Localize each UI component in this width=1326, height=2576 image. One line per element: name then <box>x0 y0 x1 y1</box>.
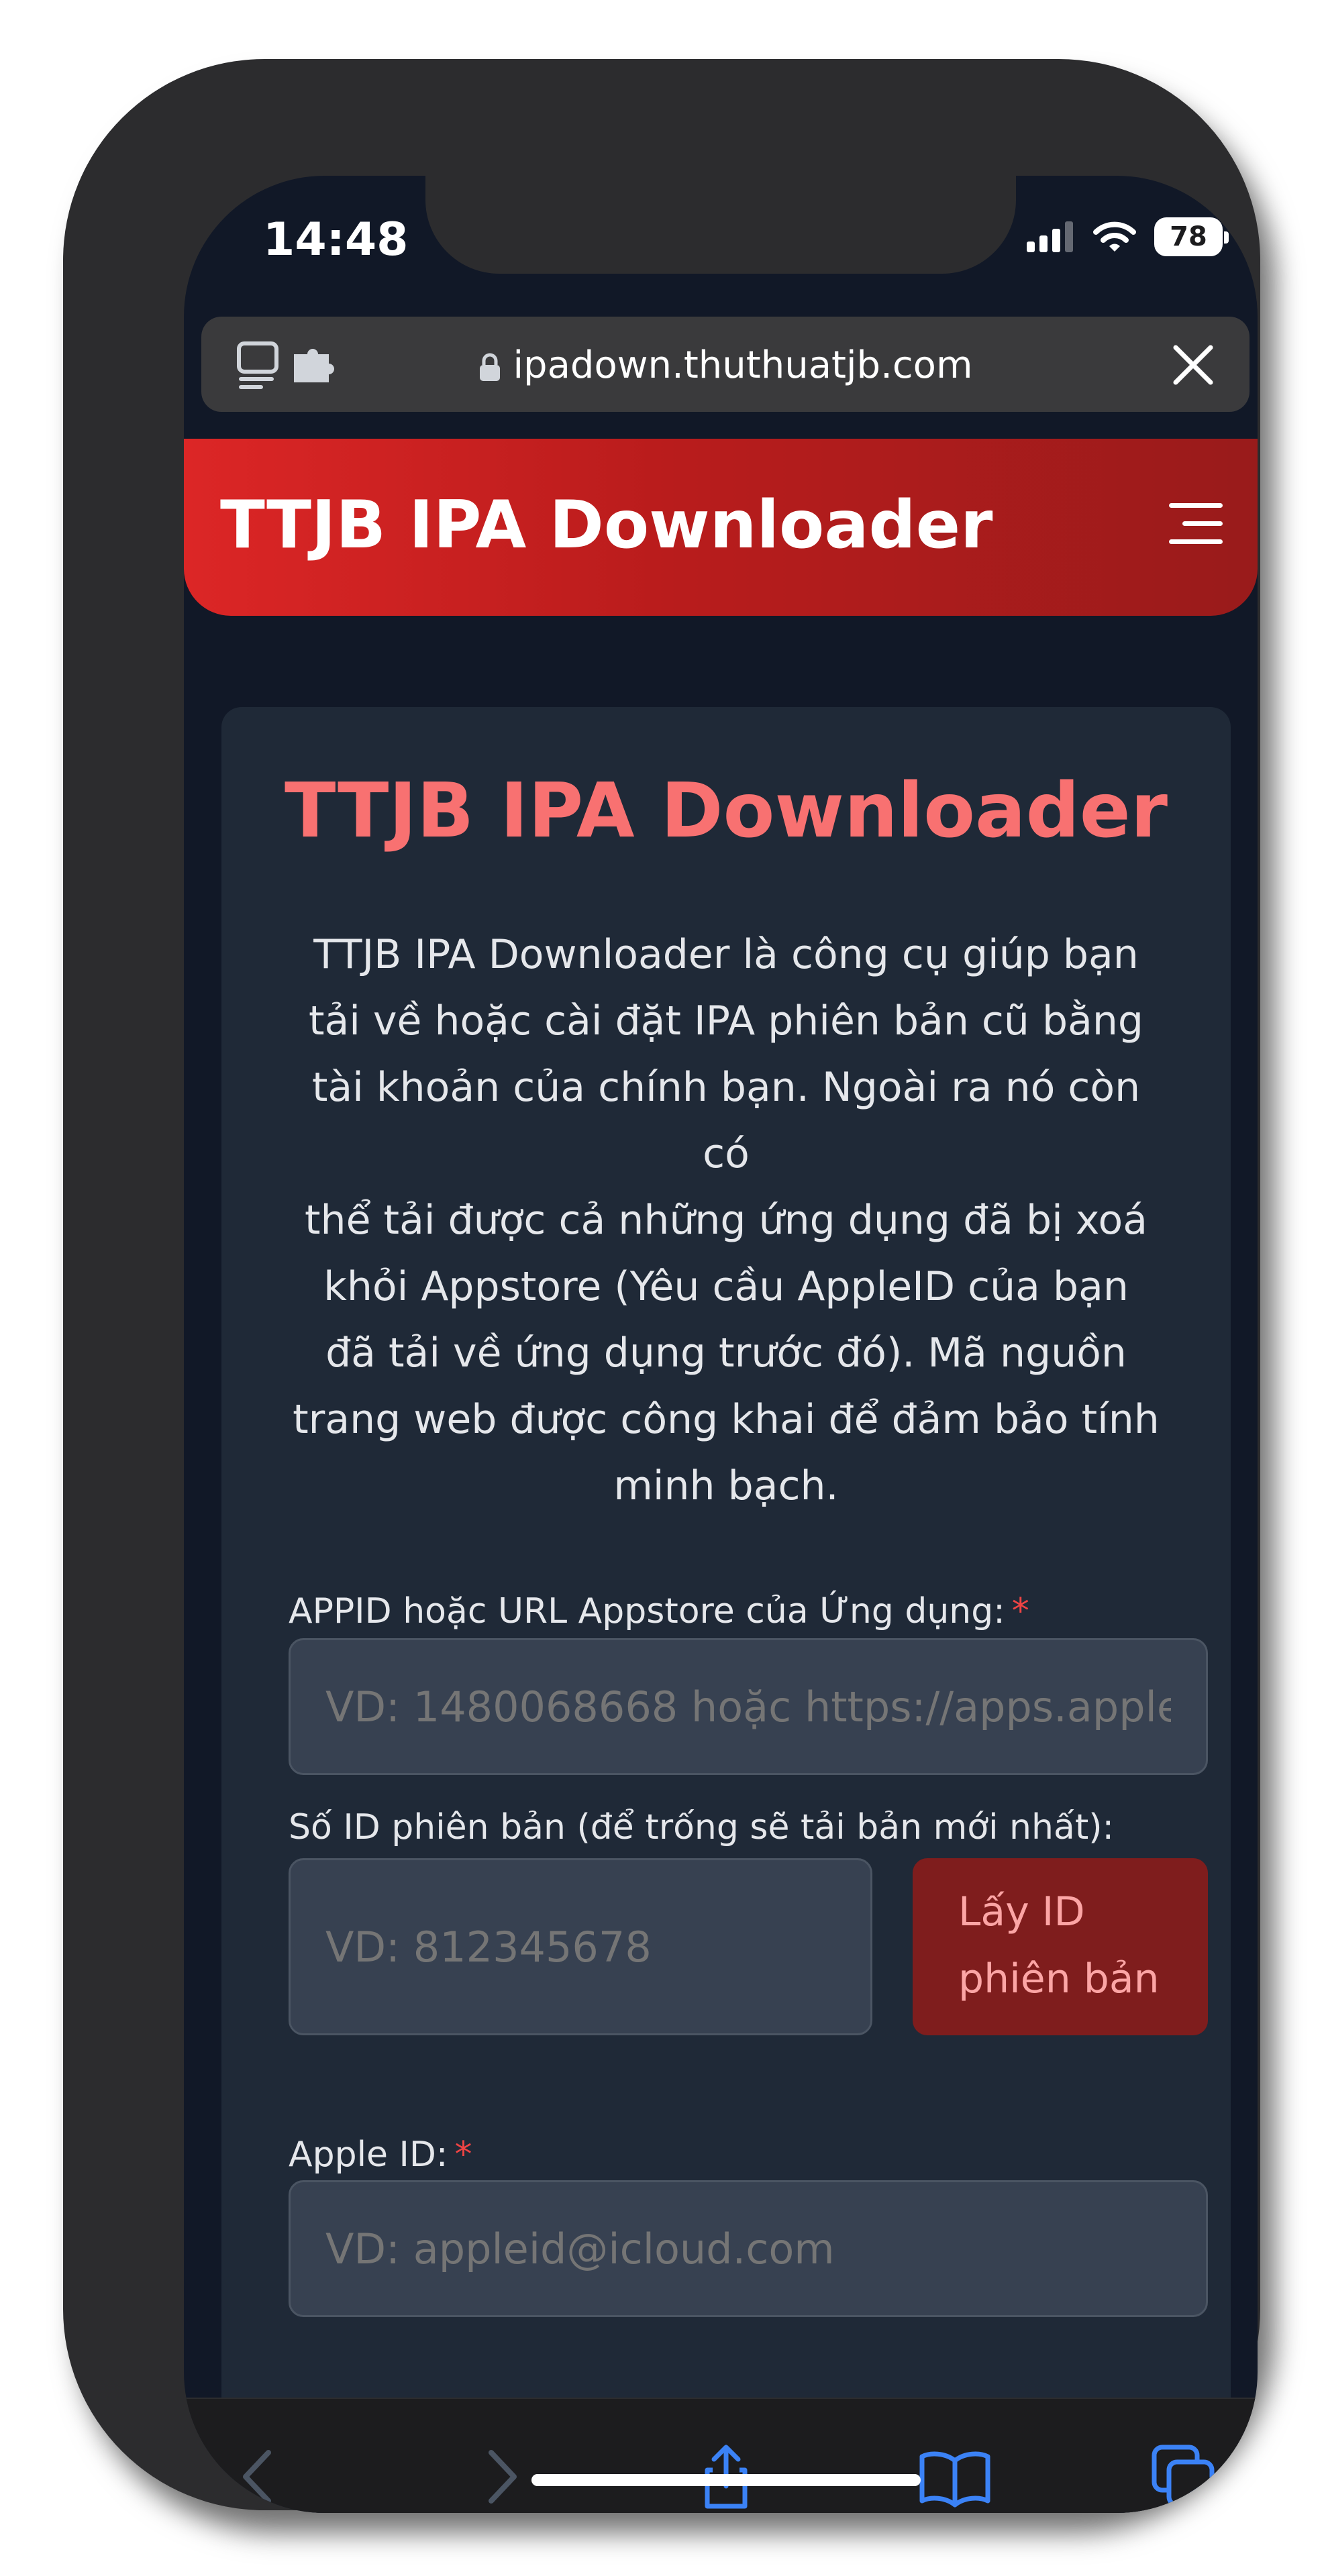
version-label: Số ID phiên bản (để trống sẽ tải bản mới… <box>289 1807 1115 1847</box>
required-mark: * <box>1011 1591 1029 1631</box>
description-line: thể tải được cả những ứng dụng đã bị xoá <box>305 1197 1148 1244</box>
url-text: ipadown.thuthuatjb.com <box>513 343 973 387</box>
bookmarks-icon[interactable] <box>918 2443 992 2510</box>
appid-label: APPID hoặc URL Appstore của Ứng dụng: * <box>289 1591 1029 1631</box>
description-line: TTJB IPA Downloader là công cụ giúp bạn <box>313 931 1139 978</box>
fetch-button-label-line: phiên bản <box>958 1955 1160 2002</box>
phone-frame: 14:48 78 ipadown.thuthuatjb.com TTJB IPA… <box>63 59 1260 2513</box>
notch <box>425 176 1016 274</box>
fetch-version-id-button[interactable]: Lấy ID phiên bản <box>913 1858 1208 2035</box>
battery-indicator: 78 <box>1154 217 1229 256</box>
home-indicator[interactable] <box>531 2474 921 2486</box>
back-icon[interactable] <box>227 2443 294 2510</box>
cellular-signal-icon <box>1027 221 1073 252</box>
appid-label-text: APPID hoặc URL Appstore của Ứng dụng: <box>289 1591 1005 1631</box>
page-description: TTJB IPA Downloader là công cụ giúp bạn … <box>283 922 1169 1519</box>
description-line: đã tải về ứng dụng trước đó). Mã nguồn <box>325 1330 1127 1377</box>
appid-input[interactable] <box>289 1638 1208 1775</box>
description-line: minh bạch. <box>613 1462 839 1509</box>
appleid-input[interactable] <box>289 2180 1208 2317</box>
close-icon[interactable] <box>1170 342 1216 388</box>
address-bar[interactable]: ipadown.thuthuatjb.com <box>201 317 1250 412</box>
status-icons: 78 <box>1027 217 1229 256</box>
browser-toolbar <box>184 2398 1258 2513</box>
appleid-label-text: Apple ID: <box>289 2135 448 2175</box>
description-line: tải về hoặc cài đặt IPA phiên bản cũ bằn… <box>308 998 1143 1044</box>
required-mark: * <box>454 2135 472 2175</box>
site-header: TTJB IPA Downloader <box>184 439 1258 616</box>
lock-icon <box>479 353 500 381</box>
main-card: TTJB IPA Downloader TTJB IPA Downloader … <box>221 707 1231 2513</box>
version-id-input[interactable] <box>289 1858 872 2035</box>
description-line: trang web được công khai để đảm bảo tính <box>293 1396 1160 1443</box>
forward-icon[interactable] <box>466 2443 533 2510</box>
phone-screen: 14:48 78 ipadown.thuthuatjb.com TTJB IPA… <box>184 176 1258 2513</box>
hamburger-menu-icon[interactable] <box>1169 503 1223 550</box>
fetch-button-label-line: Lấy ID <box>958 1888 1085 1935</box>
description-line: tài khoản của chính bạn. Ngoài ra nó còn… <box>311 1064 1141 1177</box>
tabs-icon[interactable] <box>1150 2443 1217 2510</box>
wifi-icon <box>1093 221 1136 252</box>
status-time: 14:48 <box>263 213 409 266</box>
appleid-label: Apple ID: * <box>289 2135 472 2175</box>
page-title: TTJB IPA Downloader <box>285 767 1168 855</box>
description-line: khỏi Appstore (Yêu cầu AppleID của bạn <box>323 1263 1129 1310</box>
url-display[interactable]: ipadown.thuthuatjb.com <box>201 343 1250 387</box>
site-brand[interactable]: TTJB IPA Downloader <box>220 487 992 564</box>
